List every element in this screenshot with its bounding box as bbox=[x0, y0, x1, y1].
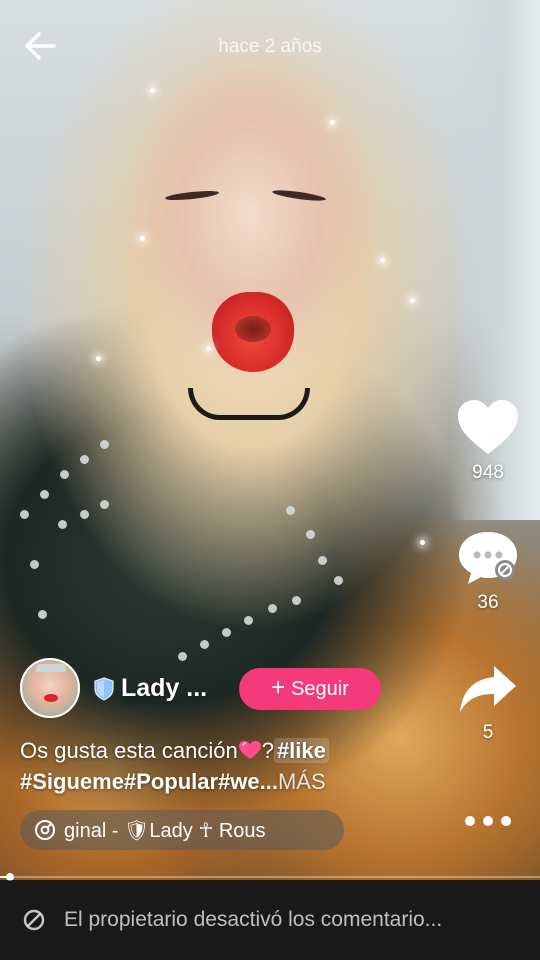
jacket-stud bbox=[268, 604, 277, 613]
heart-icon bbox=[458, 400, 518, 454]
follow-label: Seguir bbox=[291, 677, 349, 700]
avatar-crown bbox=[36, 664, 66, 672]
comments-disabled-text: El propietario desactivó los comentario.… bbox=[64, 908, 443, 931]
jacket-stud bbox=[58, 520, 67, 529]
share-button[interactable]: 5 bbox=[452, 662, 524, 744]
caption-line-1: Os gusta esta canción? #like bbox=[20, 735, 440, 766]
jacket-stud bbox=[60, 470, 69, 479]
sparkle bbox=[410, 298, 415, 303]
jacket-stud bbox=[80, 455, 89, 464]
video-mouth bbox=[235, 316, 271, 342]
share-icon bbox=[460, 666, 516, 712]
jacket-stud bbox=[20, 510, 29, 519]
avatar-lips bbox=[44, 694, 58, 702]
plus-icon: + bbox=[271, 674, 286, 701]
jacket-stud bbox=[100, 500, 109, 509]
author-avatar[interactable] bbox=[20, 658, 80, 718]
jacket-stud bbox=[40, 490, 49, 499]
sparkle bbox=[380, 258, 385, 263]
caption-line-2: #Sigueme#Popular#we...MÁS bbox=[20, 766, 440, 797]
jacket-stud bbox=[222, 628, 231, 637]
follow-button[interactable]: + Seguir bbox=[239, 668, 381, 710]
more-icon-dot bbox=[483, 816, 493, 826]
sparkle bbox=[140, 236, 145, 241]
sparkle bbox=[206, 346, 211, 351]
sparkle bbox=[330, 120, 335, 125]
music-pill[interactable]: ginal - 🛡Lady ☥ Rous bbox=[20, 810, 344, 850]
sparkle bbox=[420, 540, 425, 545]
jacket-stud bbox=[306, 530, 315, 539]
hashtags[interactable]: #Sigueme#Popular#we... bbox=[20, 769, 278, 794]
heart-emoji-icon bbox=[238, 741, 261, 759]
video-eye-right bbox=[271, 188, 327, 203]
music-disc-icon bbox=[35, 820, 55, 840]
jacket-stud bbox=[100, 440, 109, 449]
like-count: 948 bbox=[472, 462, 504, 483]
jacket-stud bbox=[30, 560, 39, 569]
jacket-stud bbox=[200, 640, 209, 649]
jacket-stud bbox=[38, 610, 47, 619]
comments-disabled-bar: El propietario desactivó los comentario.… bbox=[0, 880, 540, 960]
jacket-stud bbox=[80, 510, 89, 519]
jacket-stud bbox=[286, 506, 295, 515]
more-icon-dot bbox=[501, 816, 511, 826]
more-options-button[interactable] bbox=[458, 806, 518, 836]
jacket-stud bbox=[292, 596, 301, 605]
author-name[interactable]: Lady ... bbox=[121, 674, 207, 703]
video-choker bbox=[188, 388, 310, 420]
sparkle bbox=[150, 88, 155, 93]
jacket-stud bbox=[318, 556, 327, 565]
more-icon-dot bbox=[465, 816, 475, 826]
music-title: ginal - 🛡Lady ☥ Rous bbox=[64, 819, 266, 842]
jacket-stud bbox=[334, 576, 343, 585]
like-button[interactable]: 948 bbox=[452, 398, 524, 484]
comment-disabled-icon bbox=[459, 532, 517, 584]
post-timestamp: hace 2 años bbox=[218, 36, 322, 57]
jacket-stud bbox=[244, 616, 253, 625]
hashtag-like[interactable]: #like bbox=[273, 738, 329, 763]
shield-icon bbox=[94, 677, 114, 701]
caption-question: ? bbox=[261, 738, 274, 763]
video-eye-left bbox=[164, 189, 220, 202]
comment-count: 36 bbox=[477, 592, 499, 613]
video-progress-bar[interactable] bbox=[0, 873, 540, 881]
comments-button[interactable]: 36 bbox=[452, 528, 524, 614]
caption-more-link[interactable]: MÁS bbox=[278, 769, 326, 794]
share-count: 5 bbox=[482, 722, 494, 743]
jacket-stud bbox=[178, 652, 187, 661]
comments-off-icon bbox=[23, 909, 45, 931]
video-caption[interactable]: Os gusta esta canción? #like #Sigueme#Pop… bbox=[20, 735, 440, 797]
sparkle bbox=[96, 356, 101, 361]
caption-text: Os gusta esta canción bbox=[20, 738, 238, 763]
